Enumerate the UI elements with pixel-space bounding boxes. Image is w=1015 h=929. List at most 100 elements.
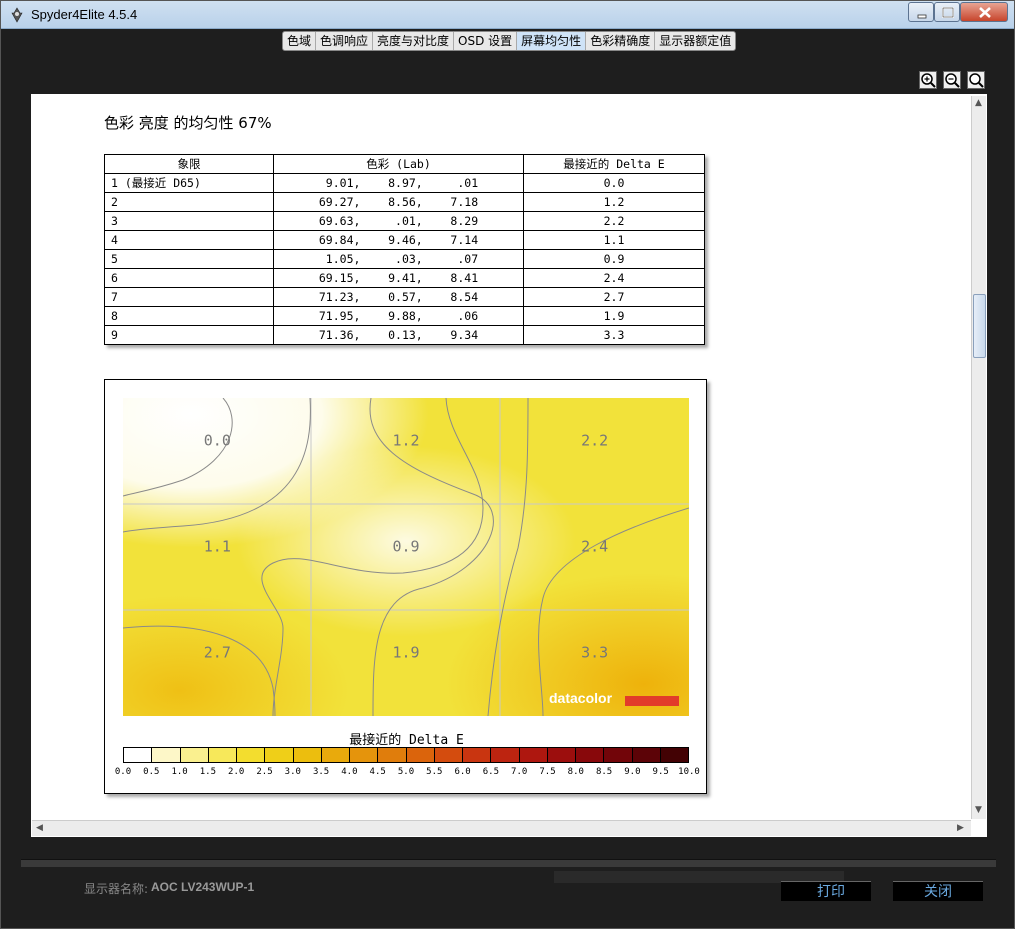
monitor-name-label: 显示器名称: [84,882,149,896]
vertical-scroll-thumb[interactable] [973,294,986,358]
tab-screen-uniformity[interactable]: 屏幕均匀性 [517,32,587,50]
title-bar: Spyder4Elite 4.5.4 [1,1,1014,29]
delta-e-value-label: 1.9 [392,643,419,661]
close-window-button[interactable] [960,2,1008,22]
tab-color-accuracy[interactable]: 色彩精确度 [586,32,656,50]
maximize-icon [942,7,954,18]
delta-e-value-label: 1.2 [392,431,419,449]
legend-swatch [180,748,209,762]
tab-brightness-contrast[interactable]: 亮度与对比度 [373,32,455,50]
lab-value-cell: 9.01, 8.97, .01 [273,173,524,193]
legend-tick-label: 2.5 [256,767,273,777]
table-row: 8 71.95, 9.88, .06 1.9 [104,306,705,326]
legend-tick-label: 0.0 [114,767,132,777]
header-color-lab: 色彩 (Lab) [273,154,524,174]
table-row: 5 1.05, .03, .07 0.9 [104,249,705,269]
legend-swatch [124,748,153,762]
lab-value-cell: 1.05, .03, .07 [273,249,524,269]
tab-tone-response[interactable]: 色调响应 [316,32,374,50]
legend-swatch [547,748,576,762]
vertical-scrollbar[interactable]: ▲ ▼ [971,96,986,819]
header-quadrant: 象限 [104,154,274,174]
delta-e-value-label: 2.7 [204,643,231,661]
scroll-right-icon[interactable]: ▶ [957,823,964,833]
legend-swatch [576,748,605,762]
legend-title: 最接近的 Delta E [349,733,464,748]
tab-gamut[interactable]: 色域 [283,32,317,50]
zoom-out-button[interactable] [943,71,961,89]
datacolor-logo: datacolor [549,690,613,706]
delta-e-value-label: 2.2 [581,431,608,449]
scroll-left-icon[interactable]: ◀ [36,823,43,833]
delta-e-value-label: 2.4 [581,537,608,555]
tab-display-rating[interactable]: 显示器额定值 [655,32,735,50]
minimize-button[interactable] [908,2,934,22]
monitor-name-value: AOC LV243WUP-1 [151,880,255,894]
print-button[interactable]: 打印 [781,881,871,901]
close-icon [979,7,991,18]
table-row: 1 (最接近 D65) 9.01, 8.97, .01 0.0 [104,173,705,193]
legend-swatch [152,748,181,762]
legend-tick-label: 3.5 [312,767,330,777]
datacolor-logo-bar [625,696,679,706]
scroll-up-icon[interactable]: ▲ [975,98,982,108]
delta-e-cell: 1.1 [523,230,705,250]
legend-tick-label: 5.0 [397,767,415,777]
legend-swatch [660,748,688,762]
quadrant-table: 象限 色彩 (Lab) 最接近的 Delta E 1 (最接近 D65) 9.0… [104,154,705,345]
legend-tick-label: 0.5 [143,767,160,777]
zoom-in-icon [921,73,936,88]
delta-e-cell: 1.2 [523,192,705,212]
quadrant-cell: 9 [104,325,274,345]
legend-swatch [321,748,350,762]
delta-e-cell: 2.2 [523,211,705,231]
delta-e-value-label: 0.0 [204,431,231,449]
legend-swatch [434,748,463,762]
lab-value-cell: 69.27, 8.56, 7.18 [273,192,524,212]
lab-value-cell: 71.95, 9.88, .06 [273,306,524,326]
legend-tick-label: 6.5 [482,767,500,777]
legend-tick-label: 4.0 [341,767,358,777]
horizontal-scrollbar[interactable]: ◀ ▶ [32,820,971,836]
lab-value-cell: 71.36, 0.13, 9.34 [273,325,524,345]
delta-e-cell: 0.0 [523,173,705,193]
delta-e-cell: 3.3 [523,325,705,345]
legend-swatch [406,748,435,762]
zoom-fit-button[interactable] [967,71,985,89]
legend-swatch [378,748,407,762]
legend-tick-label: 9.5 [652,767,669,777]
table-header-row: 象限 色彩 (Lab) 最接近的 Delta E [104,154,705,174]
close-button[interactable]: 关闭 [893,881,983,901]
maximize-button[interactable] [934,2,960,22]
tab-osd-settings[interactable]: OSD 设置 [454,32,518,50]
delta-e-cell: 1.9 [523,306,705,326]
lab-value-cell: 69.63, .01, 8.29 [273,211,524,231]
lab-value-cell: 71.23, 0.57, 8.54 [273,287,524,307]
spyder-app-icon [11,7,23,23]
legend-swatch [265,748,294,762]
delta-e-value-label: 0.9 [392,537,419,555]
legend-tick-label: 3.0 [284,767,301,777]
quadrant-cell: 8 [104,306,274,326]
table-row: 3 69.63, .01, 8.29 2.2 [104,211,705,231]
legend-tick-label: 8.5 [595,767,613,777]
legend-tick-label: 6.0 [454,767,471,777]
scroll-down-icon[interactable]: ▼ [975,805,982,815]
legend-tick-label: 8.0 [567,767,584,777]
color-scale-legend [123,747,689,763]
quadrant-cell: 7 [104,287,274,307]
quadrant-cell: 1 (最接近 D65) [104,173,274,193]
delta-e-cell: 0.9 [523,249,705,269]
zoom-in-button[interactable] [919,71,937,89]
legend-swatch [519,748,548,762]
legend-swatch [350,748,379,762]
lab-value-cell: 69.15, 9.41, 8.41 [273,268,524,288]
delta-e-value-label: 3.3 [581,643,608,661]
minimize-icon [917,14,927,19]
legend-tick-label: 1.5 [199,767,217,777]
delta-e-contour-map: 0.0 1.2 2.2 1.1 0.9 2.4 2.7 1.9 3.3 [123,398,689,716]
app-window: Spyder4Elite 4.5.4 色域 色调响应 亮度与对比度 OSD 设置… [0,0,1015,929]
legend-tick-label: 4.5 [369,767,386,777]
report-tabs: 色域 色调响应 亮度与对比度 OSD 设置 屏幕均匀性 色彩精确度 显示器额定值 [282,31,737,51]
zoom-out-icon [945,73,960,88]
